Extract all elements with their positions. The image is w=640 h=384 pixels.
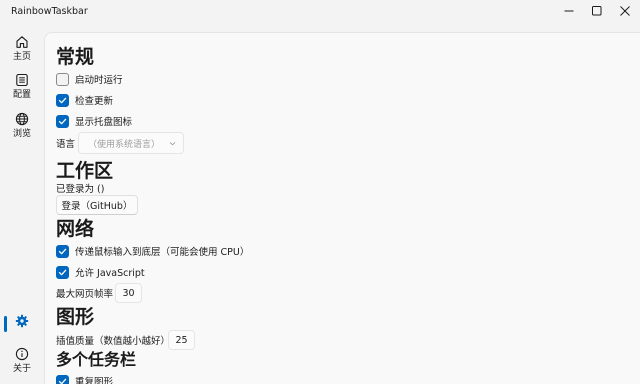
nav-item-about[interactable]: 关于 — [0, 346, 44, 382]
checkmark-icon — [58, 248, 67, 254]
section-heading-network: 网络 — [56, 218, 95, 240]
checkmark-icon — [58, 118, 67, 124]
redraw-checkbox[interactable] — [56, 374, 69, 384]
max-fps-label: 最大网页帧率 — [56, 289, 114, 300]
autostart-label: 启动时运行 — [75, 75, 123, 86]
allow-js-label: 允许 JavaScript — [75, 268, 145, 279]
minimize-icon — [564, 10, 574, 12]
section-heading-general: 常规 — [56, 46, 95, 68]
language-label: 语言 — [56, 139, 76, 150]
language-select[interactable]: （使用系统语言） — [78, 132, 184, 154]
interp-input[interactable]: 25 — [168, 330, 195, 350]
tray-icon-label: 显示托盘图标 — [75, 117, 133, 128]
settings-content[interactable]: 常规 启动时运行 检查更新 显示托盘图标 语言 （使用系统语言） 工作区 已登录… — [44, 32, 640, 384]
redraw-label: 重复图形 — [75, 377, 114, 384]
checkmark-icon — [58, 97, 67, 103]
globe-icon — [15, 111, 29, 127]
language-select-value: （使用系统语言） — [88, 139, 161, 150]
autostart-checkbox[interactable] — [56, 72, 69, 86]
autostart-option[interactable]: 启动时运行 — [56, 71, 123, 87]
title-bar[interactable]: RainbowTaskbar — [0, 0, 640, 24]
home-icon — [15, 34, 29, 50]
nav-label-about: 关于 — [12, 364, 31, 374]
max-fps-input[interactable]: 30 — [115, 283, 142, 303]
chevron-down-icon — [169, 142, 176, 146]
nav-item-browse[interactable]: 浏览 — [0, 111, 44, 147]
info-icon — [15, 346, 29, 362]
check-updates-checkbox[interactable] — [56, 93, 69, 107]
interp-label: 插值质量（数值越小越好） — [56, 336, 171, 347]
close-button[interactable] — [608, 0, 640, 22]
tray-icon-option[interactable]: 显示托盘图标 — [56, 113, 132, 129]
app-window: RainbowTaskbar 主页 配置 浏览 关于 常规 启动时运行 检查更新… — [0, 0, 640, 384]
tray-icon-checkbox[interactable] — [56, 114, 69, 128]
navigation-pane: 主页 配置 浏览 关于 — [0, 24, 44, 384]
checkmark-icon — [58, 378, 67, 384]
login-github-button[interactable]: 登录（GitHub） — [56, 195, 138, 215]
allow-js-checkbox[interactable] — [56, 265, 69, 279]
nav-label-config: 配置 — [12, 90, 31, 100]
max-fps-row: 最大网页帧率 — [56, 285, 113, 301]
section-heading-graphics: 图形 — [56, 306, 95, 328]
gear-icon — [15, 313, 29, 329]
close-icon — [620, 6, 630, 16]
check-updates-label: 检查更新 — [75, 96, 114, 107]
nav-item-config[interactable]: 配置 — [0, 72, 44, 108]
language-row: 语言 — [56, 135, 75, 151]
maximize-icon — [592, 6, 602, 16]
nav-label-home: 主页 — [12, 52, 31, 62]
check-updates-option[interactable]: 检查更新 — [56, 92, 113, 108]
pass-mouse-option[interactable]: 传递鼠标输入到底层（可能会使用 CPU） — [56, 243, 249, 259]
login-status-row: 已登录为 () — [56, 180, 104, 196]
app-title: RainbowTaskbar — [11, 6, 88, 17]
interp-row: 插值质量（数值越小越好） — [56, 332, 170, 348]
nav-item-settings[interactable] — [0, 313, 44, 333]
allow-js-option[interactable]: 允许 JavaScript — [56, 264, 145, 280]
nav-label-browse: 浏览 — [12, 129, 31, 139]
checkmark-icon — [58, 269, 67, 275]
nav-item-home[interactable]: 主页 — [0, 34, 44, 70]
section-heading-multi-taskbar: 多个任务栏 — [56, 350, 137, 369]
pass-mouse-checkbox[interactable] — [56, 244, 69, 258]
pass-mouse-label: 传递鼠标输入到底层（可能会使用 CPU） — [75, 247, 250, 258]
redraw-option[interactable]: 重复图形 — [56, 373, 113, 384]
list-icon — [15, 72, 29, 88]
login-status-text: 已登录为 () — [56, 184, 105, 195]
